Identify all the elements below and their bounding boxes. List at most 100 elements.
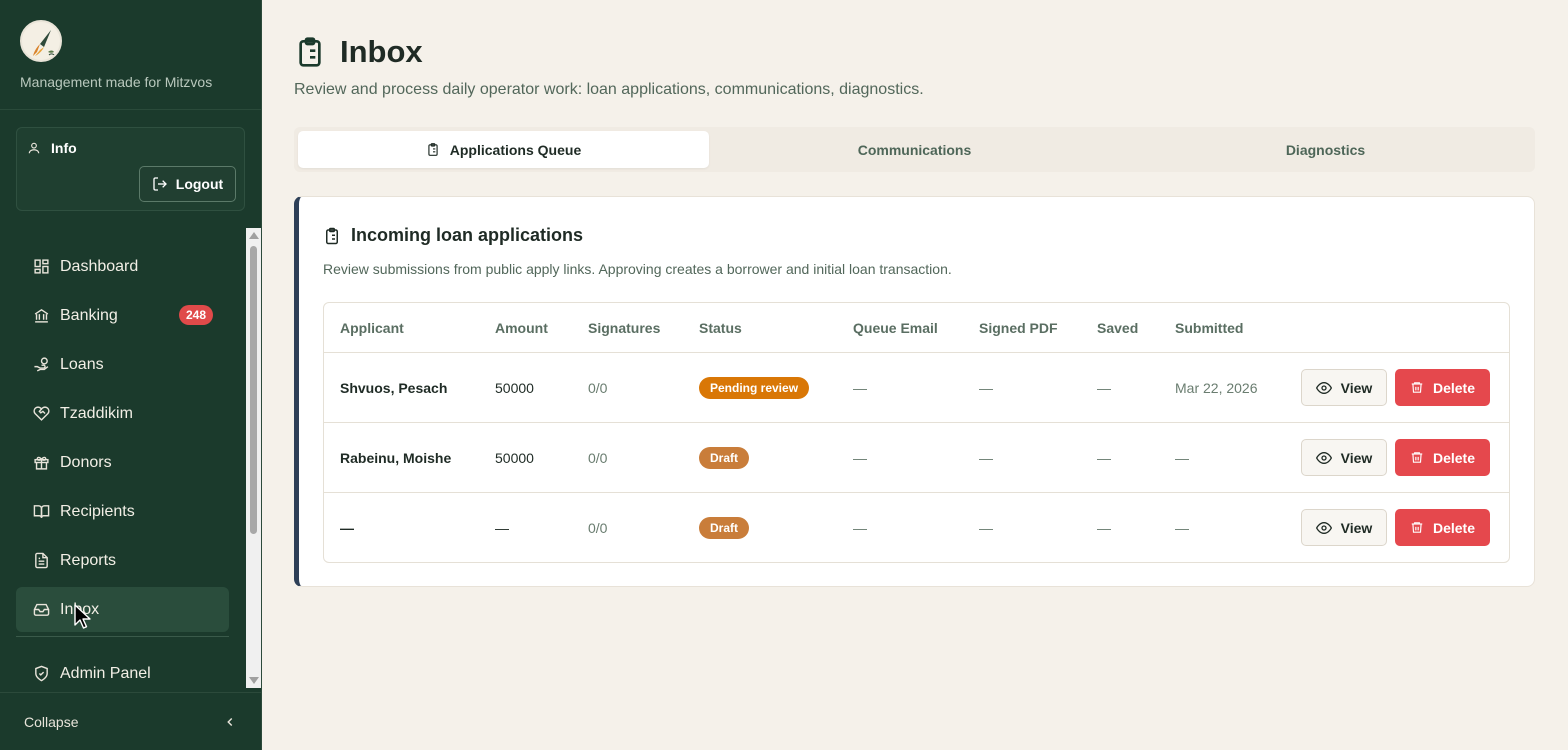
tab-diagnostics[interactable]: Diagnostics — [1120, 131, 1531, 168]
eye-icon — [1315, 381, 1332, 394]
scroll-up-arrow[interactable] — [249, 232, 259, 239]
sidebar-item-label: Tzaddikim — [60, 404, 133, 422]
nav-divider — [16, 636, 229, 637]
submitted-cell: — — [1175, 449, 1189, 466]
column-header: Submitted — [1175, 319, 1244, 336]
queue-email-cell: — — [853, 519, 867, 536]
submitted-cell: Mar 22, 2026 — [1175, 379, 1258, 396]
queue-email-cell: — — [853, 379, 867, 396]
scroll-thumb[interactable] — [250, 246, 257, 534]
delete-button[interactable]: Delete — [1395, 369, 1490, 406]
tab-label: Communications — [857, 141, 972, 158]
table-header: Applicant Amount Signatures Status Queue… — [324, 303, 1509, 352]
tab-applications-queue[interactable]: Applications Queue — [298, 131, 709, 168]
status-badge: Draft — [699, 516, 750, 539]
row-actions: View Delete — [1301, 493, 1490, 562]
amount-cell: — — [495, 519, 509, 536]
banking-count-badge: 248 — [178, 305, 213, 325]
file-text-icon — [35, 552, 48, 569]
tab-label: Diagnostics — [1285, 141, 1366, 158]
sidebar-item-label: Loans — [60, 355, 104, 373]
row-actions: View Delete — [1301, 423, 1490, 492]
signatures-cell: 0/0 — [588, 519, 608, 536]
view-button[interactable]: View — [1301, 369, 1387, 406]
column-header: Signed PDF — [979, 319, 1058, 336]
book-open-icon — [33, 505, 50, 519]
sidebar-item-recipients[interactable]: Recipients — [16, 489, 229, 534]
table-row: Rabeinu, Moishe 50000 0/0 Draft — — — — … — [324, 422, 1509, 492]
view-button[interactable]: View — [1301, 439, 1387, 476]
sidebar-item-admin-panel[interactable]: Admin Panel — [16, 651, 229, 696]
view-label: View — [1340, 449, 1373, 466]
column-header: Signatures — [588, 319, 661, 336]
scroll-down-arrow[interactable] — [249, 677, 259, 684]
chevron-left-icon — [227, 717, 233, 726]
sidebar-item-loans[interactable]: Loans — [16, 342, 229, 387]
brand: Management made for Mitzvos — [0, 0, 261, 110]
card-subtitle: Review submissions from public apply lin… — [323, 261, 952, 277]
trash-icon — [1411, 382, 1423, 393]
sidebar-item-label: Reports — [60, 551, 117, 569]
status-cell: Pending review — [699, 353, 810, 422]
applicant-cell: — — [340, 519, 354, 536]
delete-button[interactable]: Delete — [1395, 439, 1490, 476]
page-title: Inbox — [340, 34, 423, 69]
hand-coins-icon — [34, 357, 49, 372]
sidebar-item-tzaddikim[interactable]: Tzaddikim — [16, 391, 229, 436]
tab-communications[interactable]: Communications — [709, 131, 1120, 168]
table-row: — — 0/0 Draft — — — — View Delete — [324, 492, 1509, 562]
heart-handshake-icon — [33, 406, 50, 421]
sidebar-item-donors[interactable]: Donors — [16, 440, 229, 485]
clipboard-list-icon — [299, 37, 321, 67]
signed-pdf-cell: — — [979, 379, 993, 396]
user-label: Info — [51, 140, 77, 156]
logout-button[interactable]: Logout — [139, 166, 236, 202]
sidebar-item-dashboard[interactable]: Dashboard — [16, 244, 229, 289]
logout-icon — [153, 177, 167, 191]
signatures-cell: 0/0 — [588, 379, 608, 396]
card-title: Incoming loan applications — [351, 225, 584, 245]
delete-label: Delete — [1432, 449, 1476, 466]
signed-pdf-cell: — — [979, 449, 993, 466]
applicant-cell: Shvuos, Pesach — [340, 379, 448, 396]
row-actions: View Delete — [1301, 353, 1490, 422]
user-info[interactable]: Info — [27, 140, 77, 156]
logo — [20, 20, 62, 62]
delete-button[interactable]: Delete — [1395, 509, 1490, 546]
dashboard-icon — [34, 259, 49, 274]
eye-icon — [1315, 521, 1332, 534]
sidebar-nav: Dashboard Banking 248 Loans Tzaddikim Do… — [16, 244, 229, 700]
view-button[interactable]: View — [1301, 509, 1387, 546]
submitted-cell: — — [1175, 519, 1189, 536]
collapse-label: Collapse — [24, 713, 79, 730]
sidebar-item-reports[interactable]: Reports — [16, 538, 229, 583]
user-icon — [28, 142, 40, 154]
collapse-button[interactable]: Collapse — [0, 692, 261, 750]
tagline: Management made for Mitzvos — [20, 74, 213, 90]
status-cell: Draft — [699, 493, 750, 562]
clipboard-list-icon — [326, 227, 338, 244]
sidebar-item-label: Admin Panel — [60, 664, 151, 682]
user-panel: Info Logout — [16, 127, 245, 211]
gift-icon — [34, 456, 49, 470]
sidebar-item-banking[interactable]: Banking 248 — [16, 293, 229, 338]
trash-icon — [1411, 452, 1423, 463]
column-header: Status — [699, 319, 742, 336]
sidebar-item-label: Donors — [60, 453, 112, 471]
sidebar-scrollbar[interactable] — [246, 228, 261, 688]
status-badge: Pending review — [699, 376, 810, 399]
sidebar: Management made for Mitzvos Info Logout … — [0, 0, 262, 750]
status-cell: Draft — [699, 423, 750, 492]
sidebar-item-label: Dashboard — [60, 257, 139, 275]
signed-pdf-cell: — — [979, 519, 993, 536]
amount-cell: 50000 — [495, 449, 534, 466]
sidebar-item-label: Recipients — [60, 502, 135, 520]
clipboard-list-icon — [428, 143, 438, 156]
delete-label: Delete — [1432, 519, 1476, 536]
saved-cell: — — [1097, 379, 1111, 396]
applications-table: Applicant Amount Signatures Status Queue… — [323, 302, 1510, 563]
column-header: Amount — [495, 319, 548, 336]
sidebar-item-inbox[interactable]: Inbox — [16, 587, 229, 632]
table-row: Shvuos, Pesach 50000 0/0 Pending review … — [324, 352, 1509, 422]
saved-cell: — — [1097, 519, 1111, 536]
